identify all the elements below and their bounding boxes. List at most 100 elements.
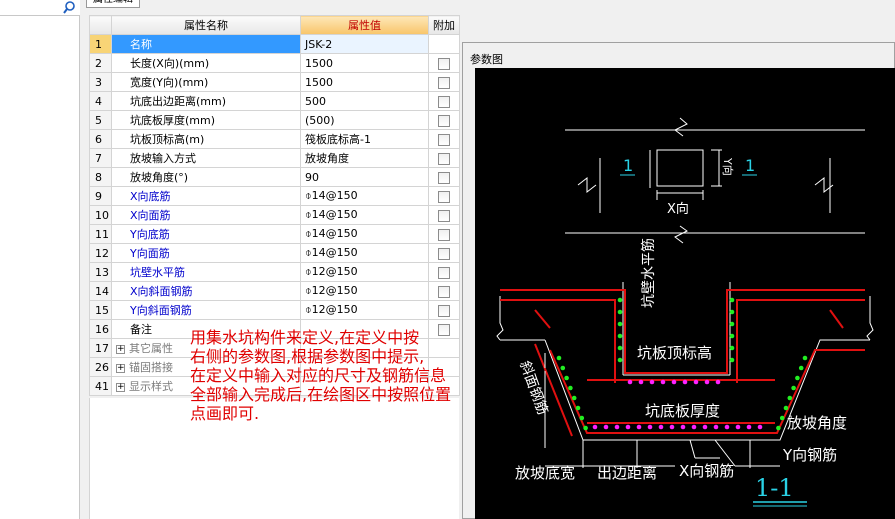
wall-bar-dot xyxy=(729,297,735,303)
expand-icon[interactable]: + xyxy=(116,363,125,373)
property-value[interactable]: ⌽14@150 xyxy=(300,224,429,244)
table-row[interactable]: 10 X向面筋 ⌽14@150 xyxy=(89,205,460,225)
slab-top-bar-dot xyxy=(649,379,655,385)
table-row[interactable]: 11 Y向底筋 ⌽14@150 xyxy=(89,224,460,244)
attach-checkbox[interactable] xyxy=(438,247,450,260)
slab-top-bar-dot xyxy=(682,379,688,385)
slope-bar-dot xyxy=(779,415,785,421)
property-name: 放坡输入方式 xyxy=(111,148,301,168)
slab-top-bar-dot xyxy=(638,379,644,385)
property-name: X向底筋 xyxy=(111,186,301,206)
property-value[interactable]: ⌽12@150 xyxy=(300,281,429,301)
attach-checkbox[interactable] xyxy=(438,266,450,279)
attach-checkbox[interactable] xyxy=(438,190,450,203)
property-value[interactable]: 1500 xyxy=(300,72,429,92)
property-value[interactable]: 90 xyxy=(300,167,429,187)
property-value[interactable]: ⌽14@150 xyxy=(300,205,429,225)
attach-checkbox[interactable] xyxy=(438,171,450,184)
property-value[interactable]: JSK-2 xyxy=(300,34,429,54)
slope-bar-dot xyxy=(798,365,804,371)
slab-bar-dot xyxy=(713,424,719,430)
slope-bar-dot xyxy=(776,425,781,431)
attach-checkbox[interactable] xyxy=(438,209,450,222)
table-row[interactable]: 5 坑底板厚度(mm) (500) xyxy=(89,110,460,130)
property-value[interactable]: ⌽14@150 xyxy=(300,243,429,263)
property-name: 宽度(Y向)(mm) xyxy=(111,72,301,92)
table-row[interactable]: 2 长度(X向)(mm) 1500 xyxy=(89,53,460,73)
slab-top-bar-dot xyxy=(671,379,677,385)
header-value[interactable]: 属性值 xyxy=(300,15,429,35)
search-icon[interactable] xyxy=(62,0,78,15)
search-bar[interactable] xyxy=(0,0,80,16)
slab-top-bar-dot xyxy=(704,379,710,385)
slab-bar-dot xyxy=(680,424,686,430)
wall-bar-dot xyxy=(617,333,623,339)
attach-checkbox[interactable] xyxy=(438,152,450,165)
attach-checkbox-cell xyxy=(428,110,460,130)
property-name: X向面筋 xyxy=(111,205,301,225)
attach-checkbox[interactable] xyxy=(438,304,450,317)
row-number: 17 xyxy=(89,338,112,358)
table-row[interactable]: 9 X向底筋 ⌽14@150 xyxy=(89,186,460,206)
property-value[interactable]: 筏板底标高-1 xyxy=(300,129,429,149)
attach-checkbox-cell xyxy=(428,34,460,54)
table-row[interactable]: 8 放坡角度(°) 90 xyxy=(89,167,460,187)
table-row[interactable]: 14 X向斜面钢筋 ⌽12@150 xyxy=(89,281,460,301)
property-value[interactable]: ⌽12@150 xyxy=(300,262,429,282)
slab-bar-dot xyxy=(757,424,763,430)
attach-checkbox[interactable] xyxy=(438,57,450,70)
slab-top-bar-dot xyxy=(660,379,666,385)
table-row[interactable]: 3 宽度(Y向)(mm) 1500 xyxy=(89,72,460,92)
header-name[interactable]: 属性名称 xyxy=(111,15,301,35)
property-value[interactable]: 放坡角度 xyxy=(300,148,429,168)
slab-top-bar-dot xyxy=(715,379,721,385)
wall-bar-dot xyxy=(729,321,735,327)
attach-checkbox-cell xyxy=(428,148,460,168)
row-number: 10 xyxy=(89,205,112,225)
property-name: Y向底筋 xyxy=(111,224,301,244)
tab-property-editor[interactable]: 属性编辑 xyxy=(86,0,140,8)
property-value[interactable]: 1500 xyxy=(300,53,429,73)
slab-bar-dot xyxy=(691,424,697,430)
expand-icon[interactable]: + xyxy=(116,344,125,354)
slab-top-bar-dot xyxy=(693,379,699,385)
table-row[interactable]: 4 坑底出边距离(mm) 500 xyxy=(89,91,460,111)
wall-bar-dot xyxy=(617,321,623,327)
row-number: 12 xyxy=(89,243,112,263)
attach-checkbox[interactable] xyxy=(438,133,450,146)
slab-bar-dot xyxy=(625,424,631,430)
attach-checkbox[interactable] xyxy=(438,285,450,298)
wall-bar-dot xyxy=(617,309,623,315)
slab-bar-dot xyxy=(724,424,730,430)
attach-checkbox[interactable] xyxy=(438,114,450,127)
table-row[interactable]: 13 坑壁水平筋 ⌽12@150 xyxy=(89,262,460,282)
property-value[interactable]: ⌽12@150 xyxy=(300,300,429,320)
property-name: X向斜面钢筋 xyxy=(111,281,301,301)
row-number: 41 xyxy=(89,376,112,396)
property-value[interactable]: (500) xyxy=(300,110,429,130)
attach-checkbox[interactable] xyxy=(438,228,450,241)
header-extra[interactable]: 附加 xyxy=(428,15,460,35)
table-row[interactable]: 15 Y向斜面钢筋 ⌽12@150 xyxy=(89,300,460,320)
property-name: 放坡角度(°) xyxy=(111,167,301,187)
slope-bar-dot xyxy=(564,375,569,381)
expand-icon[interactable]: + xyxy=(116,382,125,392)
table-row[interactable]: 6 坑板顶标高(m) 筏板底标高-1 xyxy=(89,129,460,149)
table-row[interactable]: 12 Y向面筋 ⌽14@150 xyxy=(89,243,460,263)
wall-bar-dot xyxy=(729,333,735,339)
slope-bar-dot xyxy=(802,355,808,361)
row-number: 9 xyxy=(89,186,112,206)
parameter-diagram-canvas: 1 1 X向 Y向 坑壁水平筋 坑板顶标高 斜面钢筋 坑底板厚度 放坡角度 Y向… xyxy=(475,68,895,519)
table-row[interactable]: 7 放坡输入方式 放坡角度 xyxy=(89,148,460,168)
row-number: 26 xyxy=(89,357,112,377)
attach-checkbox-cell xyxy=(428,53,460,73)
slope-bar-dot xyxy=(783,405,789,411)
row-number: 14 xyxy=(89,281,112,301)
attach-checkbox[interactable] xyxy=(438,76,450,89)
table-row[interactable]: 1 名称 JSK-2 xyxy=(89,34,460,54)
wall-bar-dot xyxy=(729,309,735,315)
property-name: 坑底板厚度(mm) xyxy=(111,110,301,130)
property-value[interactable]: ⌽14@150 xyxy=(300,186,429,206)
property-value[interactable]: 500 xyxy=(300,91,429,111)
attach-checkbox[interactable] xyxy=(438,95,450,108)
